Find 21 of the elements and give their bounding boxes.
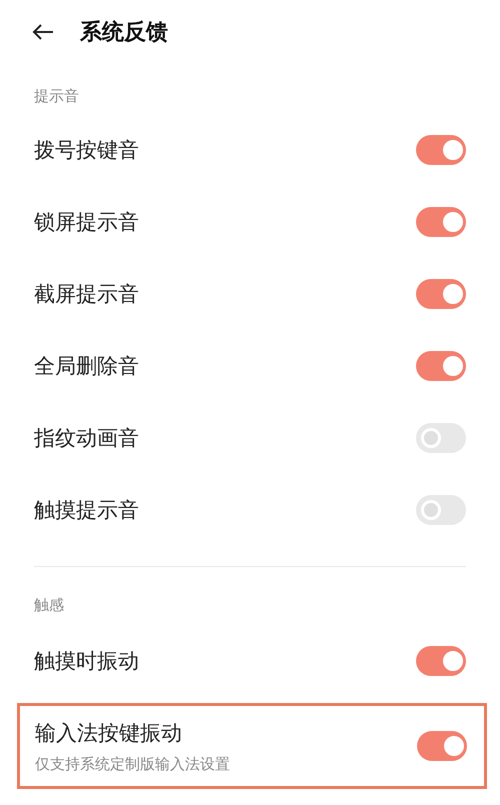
toggle-switch[interactable]: [416, 279, 466, 309]
setting-label: 锁屏提示音: [34, 209, 139, 236]
setting-label: 截屏提示音: [34, 281, 139, 308]
back-icon[interactable]: [32, 24, 54, 40]
toggle-switch[interactable]: [417, 731, 467, 761]
section-header: 提示音: [34, 87, 79, 105]
page-title: 系统反馈: [80, 19, 168, 47]
setting-label: 触摸时振动: [34, 648, 139, 675]
toggle-switch[interactable]: [416, 207, 466, 237]
section-header: 触感: [34, 596, 64, 614]
toggle-switch[interactable]: [416, 646, 466, 676]
toggle-switch[interactable]: [416, 495, 466, 525]
toggle-switch[interactable]: [416, 351, 466, 381]
setting-label: 拨号按键音: [34, 137, 139, 164]
setting-label: 全局删除音: [34, 353, 139, 380]
setting-label: 触摸提示音: [34, 497, 139, 524]
toggle-switch[interactable]: [416, 423, 466, 453]
setting-label: 指纹动画音: [34, 425, 139, 452]
toggle-switch[interactable]: [416, 135, 466, 165]
setting-description: 仅支持系统定制版输入法设置: [35, 754, 230, 774]
setting-label: 输入法按键振动: [35, 720, 183, 746]
